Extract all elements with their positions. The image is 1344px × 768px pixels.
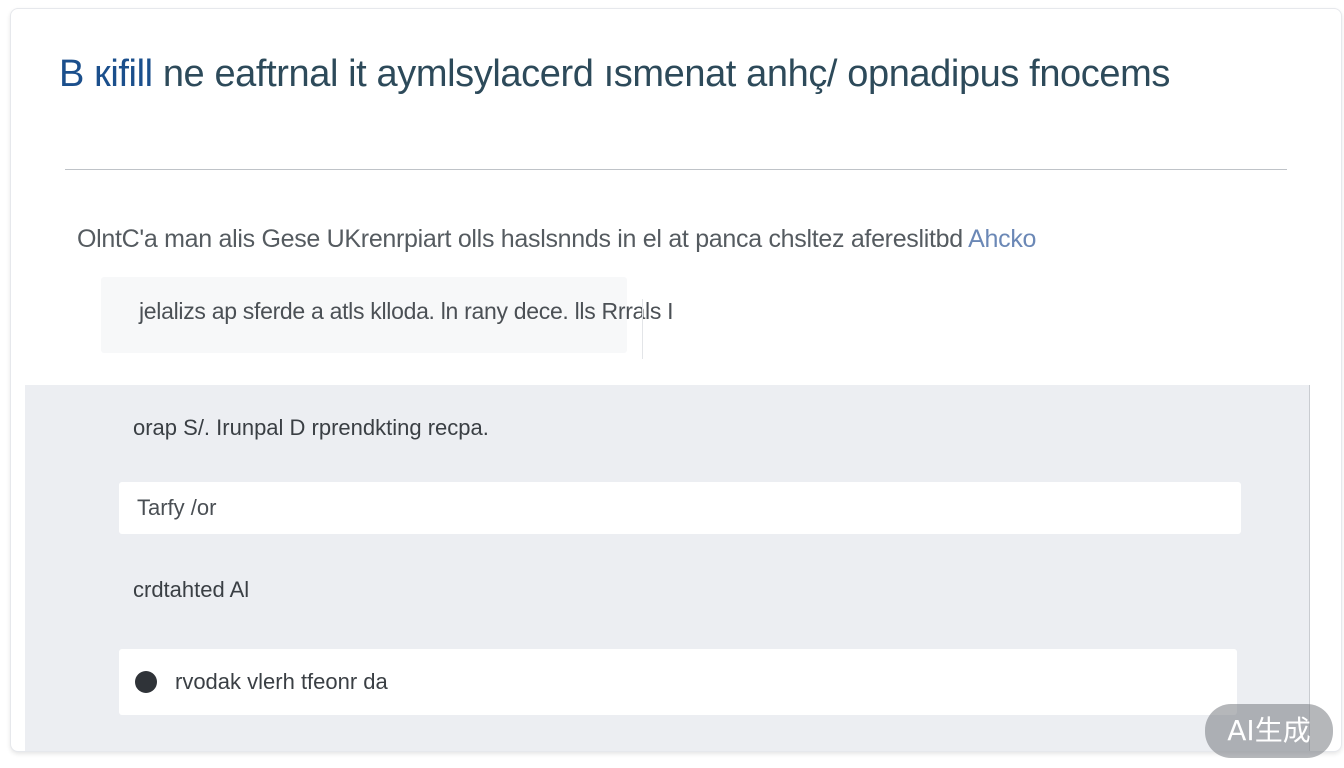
dialog-description: OlntC'a man alis Gese UKrenrpiart olls h…	[77, 223, 1036, 255]
radio-selected-icon[interactable]	[135, 671, 157, 693]
dialog-subtext: jelalizs ap sferde a atls klloda. ln ran…	[139, 298, 674, 324]
title-divider	[65, 169, 1287, 170]
radio-option[interactable]: rvodak vlerh tfeonr da	[119, 649, 1237, 715]
form-panel: orap S/. Irunpal D rprendkting recpa. Ta…	[25, 385, 1310, 751]
description-text: OlntC'a man alis Gese UKrenrpiart olls h…	[77, 225, 969, 253]
description-link[interactable]: Ahcko	[968, 225, 1036, 253]
dialog-card: B кifill ne eaftrnal it aymlsylacerd ısm…	[10, 8, 1342, 752]
radio-option-label: rvodak vlerh tfeonr da	[175, 669, 388, 694]
field1-label: orap S/. Irunpal D rprendkting recpa.	[133, 415, 489, 440]
ai-generated-badge: AI生成	[1205, 704, 1333, 758]
field1-input[interactable]: Tarfy /or	[119, 482, 1241, 534]
title-rest: ne eaftrnal it aymlsylacerd ısmenat anhç…	[152, 53, 1171, 95]
field2-label: crdtahted Al	[133, 577, 250, 602]
dialog-title: B кifill ne eaftrnal it aymlsylacerd ısm…	[59, 51, 1170, 97]
subtext-separator	[642, 299, 643, 359]
title-lead: B кifill	[59, 53, 153, 95]
